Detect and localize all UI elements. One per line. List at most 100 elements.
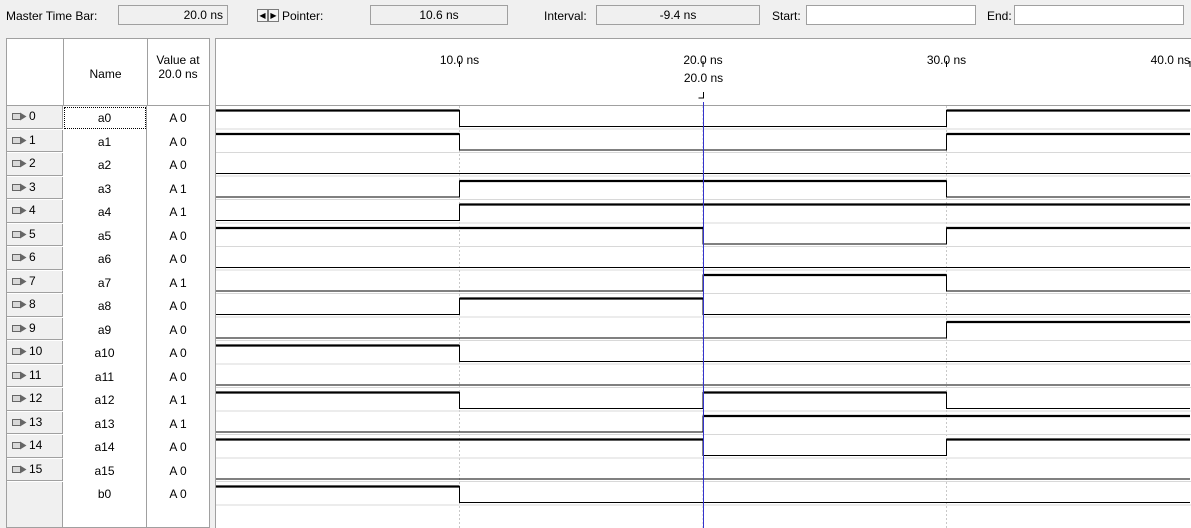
signal-index-cell[interactable]: 14	[7, 435, 63, 458]
signal-index-cell[interactable]: 13	[7, 411, 63, 434]
signal-name[interactable]: a5	[63, 223, 147, 247]
master-time-bar-label: Master Time Bar:	[6, 9, 98, 23]
input-pin-icon	[12, 277, 27, 286]
signal-name[interactable]: a4	[63, 200, 147, 224]
next-transition-button[interactable]: ▶	[268, 9, 279, 22]
signal-name[interactable]: a13	[63, 411, 147, 435]
signal-row[interactable]: 1 a1 A 0	[7, 129, 209, 153]
signal-row[interactable]: 7 a7 A 1	[7, 270, 209, 294]
signal-value: A 0	[169, 158, 187, 172]
timeline-tick-label: 40.0 ns	[1151, 53, 1190, 67]
signal-index-cell[interactable]: 9	[7, 317, 63, 340]
signal-name[interactable]: a6	[63, 247, 147, 271]
input-pin-icon	[12, 465, 27, 474]
signal-index-cell[interactable]: 2	[7, 153, 63, 176]
name-column-label: Name	[89, 67, 122, 81]
signal-row[interactable]: 13 a13 A 1	[7, 411, 209, 435]
column-divider	[146, 482, 147, 527]
signal-row[interactable]: 15 a15 A 0	[7, 458, 209, 482]
signal-row[interactable]: 11 a11 A 0	[7, 364, 209, 388]
signal-index-cell[interactable]: 1	[7, 129, 63, 152]
signal-value: A 0	[169, 322, 187, 337]
signal-name[interactable]: a0	[63, 106, 147, 130]
end-field[interactable]	[1014, 5, 1184, 25]
signal-index-label: 11	[29, 367, 42, 382]
signal-name[interactable]: a8	[63, 294, 147, 318]
start-field[interactable]	[806, 5, 976, 25]
signal-index-cell[interactable]: 5	[7, 223, 63, 246]
signal-row[interactable]: 4 a4 A 1	[7, 200, 209, 224]
waveform-panel[interactable]: 10.0 ns 20.0 ns 30.0 ns 40.0 ns 20.0 ns	[215, 38, 1191, 528]
pointer-field[interactable]: 10.6 ns	[370, 5, 508, 25]
signal-name[interactable]: a11	[63, 364, 147, 388]
signal-name[interactable]: a1	[63, 129, 147, 153]
signal-list-empty-area	[7, 482, 63, 527]
interval-field[interactable]: -9.4 ns	[596, 5, 760, 25]
signal-index-cell[interactable]: 8	[7, 294, 63, 317]
signal-index-cell[interactable]: 11	[7, 364, 63, 387]
signal-index-label: 0	[29, 109, 36, 123]
signal-index-cell[interactable]: 0	[7, 106, 63, 129]
signal-value: A 1	[169, 181, 187, 196]
input-pin-icon	[12, 371, 27, 380]
signal-index-cell[interactable]: 15	[7, 458, 63, 481]
signal-name[interactable]: b0	[63, 482, 147, 506]
prev-transition-button[interactable]: ◀	[257, 9, 268, 22]
signal-list-header: Name Value at 20.0 ns	[7, 39, 209, 106]
value-column-header[interactable]: Value at 20.0 ns	[147, 53, 209, 81]
signal-value: A 0	[169, 228, 187, 243]
input-pin-icon	[12, 441, 27, 450]
signal-index-label: 2	[29, 156, 36, 170]
signal-index-label: 6	[29, 250, 36, 264]
signal-row[interactable]: 5 a5 A 0	[7, 223, 209, 247]
signal-name[interactable]: a3	[63, 176, 147, 200]
signal-index-label: 13	[29, 414, 43, 429]
signal-row[interactable]: 12 a12 A 1	[7, 388, 209, 412]
signal-name[interactable]: a15	[63, 458, 147, 482]
signal-value: A 0	[169, 369, 187, 384]
pointer-label: Pointer:	[282, 9, 324, 23]
signal-value: A 0	[169, 346, 187, 360]
value-column-label-line1: Value at	[156, 53, 200, 67]
master-time-bar-field[interactable]: 20.0 ns	[118, 5, 228, 25]
signal-row[interactable]: 2 a2 A 0	[7, 153, 209, 177]
signal-row[interactable]: 14 a14 A 0	[7, 435, 209, 459]
signal-name[interactable]: a14	[63, 435, 147, 459]
signal-name[interactable]: a2	[63, 153, 147, 177]
signal-name[interactable]: a10	[63, 341, 147, 365]
signal-index-cell[interactable]: 6	[7, 247, 63, 270]
signal-index-label: 5	[29, 226, 36, 241]
signal-index-cell[interactable]: 7	[7, 270, 63, 293]
signal-value: A 0	[169, 252, 187, 266]
input-pin-icon	[12, 159, 27, 168]
signal-index-cell[interactable]: 3	[7, 176, 63, 199]
signal-name[interactable]: a9	[63, 317, 147, 341]
input-pin-icon	[12, 136, 27, 145]
signal-value: A 1	[169, 205, 187, 219]
signal-row[interactable]: 9 a9 A 0	[7, 317, 209, 341]
timeline-tick-label: 30.0 ns	[927, 53, 966, 67]
signal-row[interactable]: 3 a3 A 1	[7, 176, 209, 200]
input-pin-icon	[12, 418, 27, 427]
signal-row[interactable]: 8 a8 A 0	[7, 294, 209, 318]
signal-value: A 1	[169, 275, 187, 290]
name-column-header[interactable]: Name	[63, 39, 148, 105]
signal-row[interactable]: 6 a6 A 0	[7, 247, 209, 271]
signal-row[interactable]: 0 a0 A 0	[7, 106, 209, 130]
signal-name[interactable]: a12	[63, 388, 147, 412]
input-pin-icon	[12, 300, 27, 309]
signal-index-cell[interactable]: 10	[7, 341, 63, 364]
signal-row[interactable]: 10 a10 A 0	[7, 341, 209, 365]
input-pin-icon	[12, 112, 27, 121]
master-time-bar-label: 20.0 ns	[684, 71, 723, 85]
signal-index-label: 15	[29, 461, 43, 476]
waveform-canvas[interactable]: 10.0 ns 20.0 ns 30.0 ns 40.0 ns 20.0 ns	[216, 39, 1191, 528]
signal-index-cell[interactable]: 4	[7, 200, 63, 223]
signal-index-label: 8	[29, 297, 36, 311]
master-time-bar-handle-icon	[698, 92, 704, 99]
signal-name[interactable]: a7	[63, 270, 147, 294]
arrow-left-icon: ◀	[259, 11, 266, 20]
timeline-tick-label: 10.0 ns	[440, 53, 479, 67]
timeline-tick-label: 20.0 ns	[683, 53, 722, 67]
signal-index-cell[interactable]: 12	[7, 388, 63, 411]
